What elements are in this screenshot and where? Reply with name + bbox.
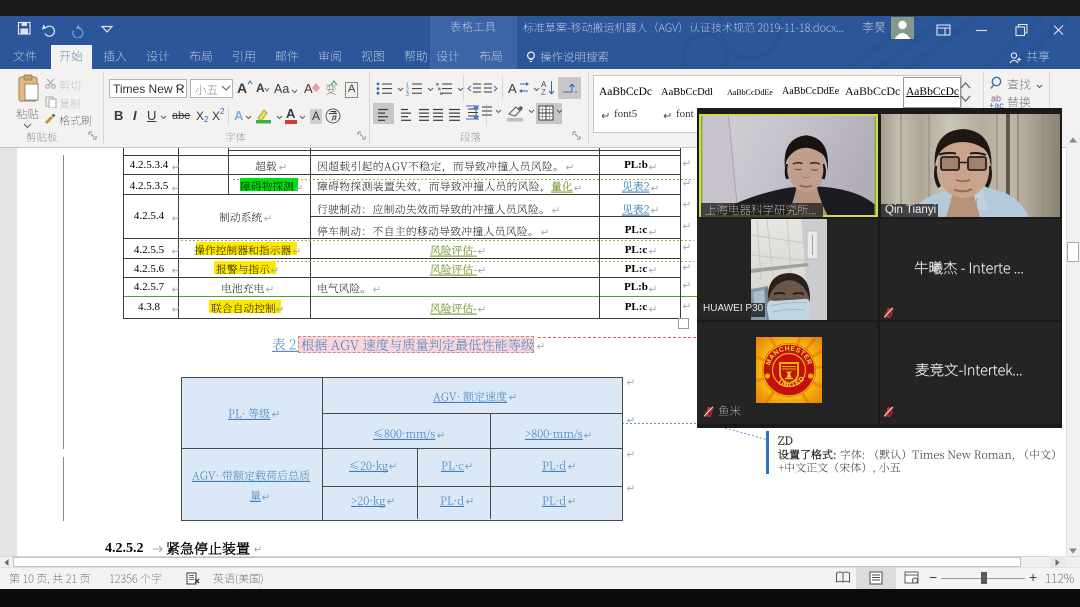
svg-text:3: 3 — [406, 92, 409, 97]
svg-text:Z: Z — [541, 88, 546, 97]
svg-text:A: A — [508, 81, 517, 96]
